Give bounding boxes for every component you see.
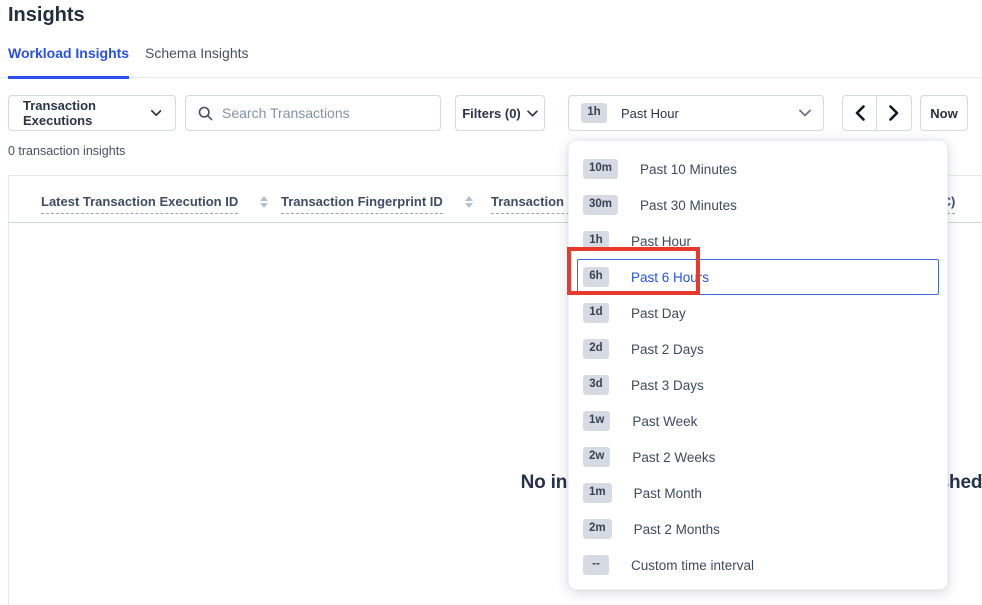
dropdown-option-custom-time-interval[interactable]: -- Custom time interval xyxy=(569,547,947,583)
dropdown-option-past-hour[interactable]: 1h Past Hour xyxy=(569,223,947,259)
chevron-down-icon xyxy=(799,109,811,117)
tab-workload-insights[interactable]: Workload Insights xyxy=(8,45,129,79)
dropdown-option-past-month[interactable]: 1m Past Month xyxy=(569,475,947,511)
dropdown-option-past-day[interactable]: 1d Past Day xyxy=(569,295,947,331)
time-interval-value: Past Hour xyxy=(621,106,679,121)
insights-count: 0 transaction insights xyxy=(8,144,125,158)
tab-bar: Workload Insights Schema Insights xyxy=(0,45,982,78)
chevron-left-icon xyxy=(855,105,865,121)
time-interval-dropdown: 10m Past 10 Minutes 30m Past 30 Minutes … xyxy=(568,140,948,590)
previous-interval-button[interactable] xyxy=(843,96,877,130)
time-nav-arrows xyxy=(842,95,912,131)
dropdown-option-past-week[interactable]: 1w Past Week xyxy=(569,403,947,439)
time-interval-select[interactable]: 1h Past Hour xyxy=(568,95,824,131)
column-header-latest-transaction-execution-id[interactable]: Latest Transaction Execution ID xyxy=(41,194,268,214)
sort-icon[interactable] xyxy=(260,196,268,214)
dropdown-option-past-3-days[interactable]: 3d Past 3 Days xyxy=(569,367,947,403)
chevron-down-icon xyxy=(151,109,161,117)
next-interval-button[interactable] xyxy=(877,96,911,130)
now-label: Now xyxy=(930,106,957,121)
dropdown-option-past-6-hours[interactable]: 6h Past 6 Hours xyxy=(577,259,939,295)
column-header-transaction-fingerprint-id[interactable]: Transaction Fingerprint ID xyxy=(281,194,473,214)
search-icon xyxy=(198,106,213,121)
search-input[interactable] xyxy=(222,105,428,121)
dropdown-option-past-2-days[interactable]: 2d Past 2 Days xyxy=(569,331,947,367)
workload-type-value: Transaction Executions xyxy=(23,98,151,128)
chevron-right-icon xyxy=(889,105,899,121)
filters-button[interactable]: Filters (0) xyxy=(455,95,545,131)
workload-type-select[interactable]: Transaction Executions xyxy=(8,95,176,131)
tab-schema-insights[interactable]: Schema Insights xyxy=(145,45,249,78)
filters-label: Filters (0) xyxy=(462,106,521,121)
time-interval-badge: 1h xyxy=(581,103,607,123)
dropdown-option-past-2-weeks[interactable]: 2w Past 2 Weeks xyxy=(569,439,947,475)
page-title: Insights xyxy=(8,4,85,27)
dropdown-option-past-2-months[interactable]: 2m Past 2 Months xyxy=(569,511,947,547)
dropdown-option-past-30-minutes[interactable]: 30m Past 30 Minutes xyxy=(569,187,947,223)
insights-page: Insights Workload Insights Schema Insigh… xyxy=(0,0,982,605)
search-box[interactable] xyxy=(185,95,441,131)
now-button[interactable]: Now xyxy=(920,95,968,131)
dropdown-option-past-10-minutes[interactable]: 10m Past 10 Minutes xyxy=(569,151,947,187)
sort-icon[interactable] xyxy=(465,196,473,214)
chevron-down-icon xyxy=(527,110,538,117)
